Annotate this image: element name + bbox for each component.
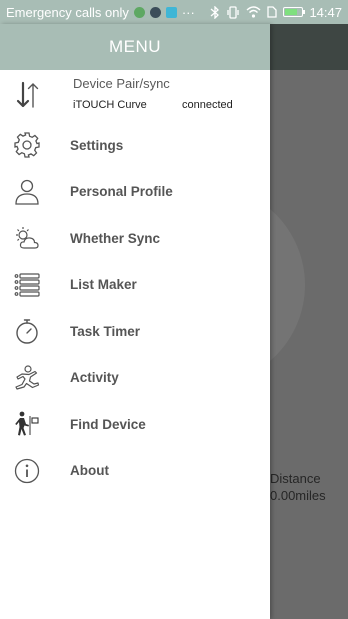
menu-item-list-maker[interactable]: List Maker: [0, 262, 270, 309]
distance-label: Distance: [270, 471, 321, 486]
menu-item-label: List Maker: [70, 277, 137, 293]
menu-item-label: Settings: [70, 137, 124, 153]
background-distance-stat: Distance 0.00miles: [270, 470, 326, 504]
app-notification-icon: [149, 6, 161, 18]
find-device-icon: [15, 411, 39, 436]
menu-item-label: Personal Profile: [70, 184, 173, 200]
menu-item-label: About: [70, 463, 109, 479]
wifi-icon: [246, 6, 261, 18]
status-bar: Emergency calls only ··· 14:47: [0, 0, 348, 24]
bluetooth-icon: [211, 5, 220, 19]
menu-item-settings[interactable]: Settings: [0, 122, 270, 169]
list-icon: [14, 273, 40, 297]
menu-item-activity[interactable]: Activity: [0, 355, 270, 402]
clock: 14:47: [309, 4, 342, 20]
pair-title: Device Pair/sync: [73, 76, 170, 91]
overflow-icon: ···: [181, 4, 195, 20]
gear-icon: [14, 132, 40, 158]
connection-status: connected: [182, 99, 233, 111]
menu-item-about[interactable]: About: [0, 448, 270, 495]
device-pair-row[interactable]: Device Pair/sync iTOUCH Curve connected: [0, 70, 270, 122]
sync-arrows-icon: [16, 81, 39, 108]
drawer-title: MENU: [108, 37, 162, 56]
menu-item-label: Task Timer: [70, 323, 141, 339]
battery-icon: [283, 7, 306, 17]
stopwatch-icon: [16, 319, 38, 344]
distance-value: 0.00miles: [270, 488, 326, 503]
sim-icon: [267, 6, 278, 18]
drawer-header: MENU: [0, 24, 270, 70]
app-notification-icon: [165, 6, 177, 18]
info-icon: [14, 458, 40, 483]
person-icon: [15, 179, 39, 205]
background-app-header: [270, 24, 348, 70]
weather-icon: [16, 227, 39, 249]
menu-item-label: Whether Sync: [70, 230, 161, 246]
menu-item-find-device[interactable]: Find Device: [0, 401, 270, 448]
vibrate-icon: [227, 5, 240, 19]
navigation-drawer: MENU Device Pair/sync iTOUCH Curve conne…: [0, 24, 270, 619]
menu-item-weather-sync[interactable]: Whether Sync: [0, 215, 270, 262]
menu-item-label: Activity: [70, 370, 119, 386]
carrier-text: Emergency calls only: [6, 4, 129, 20]
running-icon: [15, 365, 40, 390]
menu-item-task-timer[interactable]: Task Timer: [0, 308, 270, 355]
paired-device-name: iTOUCH Curve: [73, 99, 147, 111]
app-notification-icon: [133, 6, 145, 18]
menu-item-personal-profile[interactable]: Personal Profile: [0, 169, 270, 216]
menu-item-label: Find Device: [70, 416, 146, 432]
